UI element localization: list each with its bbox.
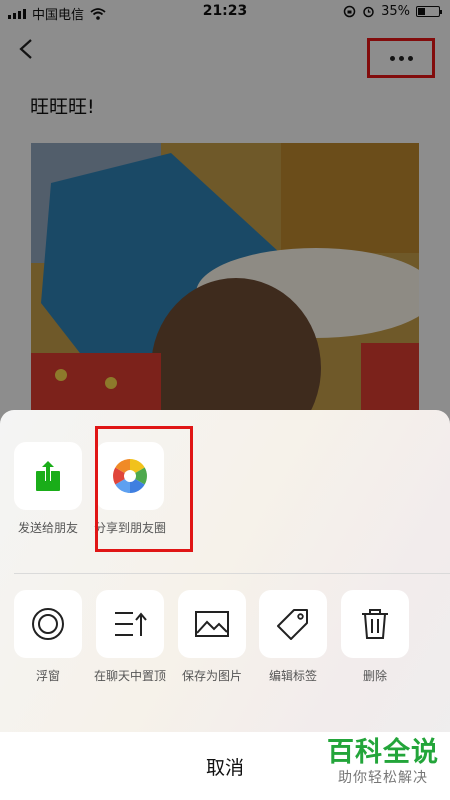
pin-to-top-tile bbox=[96, 590, 164, 658]
delete-tile bbox=[341, 590, 409, 658]
pin-to-top-button[interactable]: 在聊天中置顶 bbox=[94, 590, 166, 684]
float-window-button[interactable]: 浮窗 bbox=[14, 590, 82, 684]
pin-to-top-icon bbox=[115, 612, 147, 636]
edit-tag-tile bbox=[259, 590, 327, 658]
watermark-logo-text: 百科全说 bbox=[327, 737, 439, 768]
delete-label: 删除 bbox=[362, 669, 387, 683]
watermark: 百科全说 助你轻松解决 bbox=[322, 738, 444, 788]
float-window-icon bbox=[32, 608, 64, 640]
watermark-subtitle: 助你轻松解决 bbox=[338, 770, 428, 786]
send-to-friend-tile bbox=[14, 442, 82, 510]
save-as-image-tile bbox=[178, 590, 246, 658]
edit-tag-button[interactable]: 编辑标签 bbox=[259, 590, 327, 684]
cancel-label: 取消 bbox=[205, 756, 244, 779]
sheet-divider bbox=[14, 573, 450, 574]
float-window-tile bbox=[14, 590, 82, 658]
highlight-annotation bbox=[95, 426, 193, 552]
tag-icon bbox=[277, 609, 308, 640]
trash-icon bbox=[362, 609, 388, 639]
delete-button[interactable]: 删除 bbox=[341, 590, 409, 684]
action-row: 浮窗 在聊天中置顶 保存为图片 编辑标签 删除 bbox=[0, 590, 450, 700]
image-icon bbox=[195, 611, 229, 637]
share-row: 发送给朋友 分享到朋友圈 bbox=[0, 442, 450, 572]
send-to-friend-button[interactable]: 发送给朋友 bbox=[14, 442, 82, 536]
save-as-image-button[interactable]: 保存为图片 bbox=[178, 590, 246, 684]
share-upload-icon bbox=[36, 459, 60, 491]
